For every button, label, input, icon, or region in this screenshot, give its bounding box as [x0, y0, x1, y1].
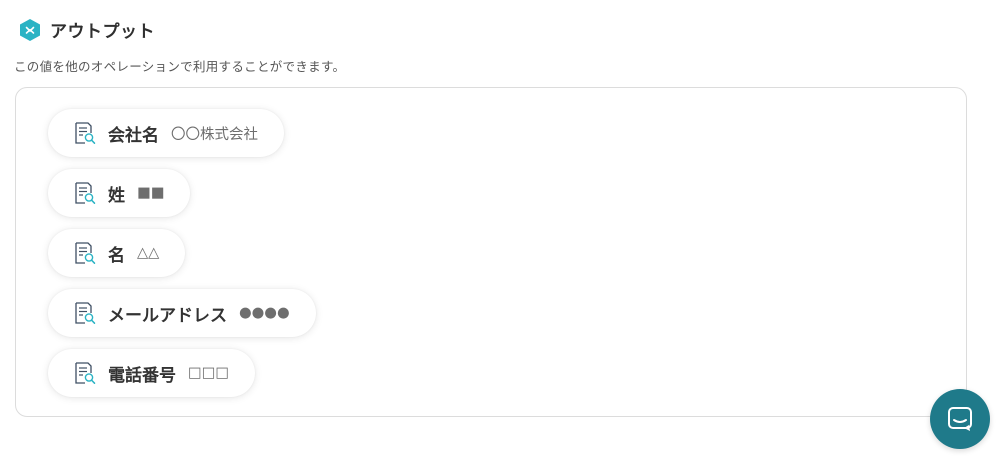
- output-label: 姓: [108, 185, 125, 206]
- output-panel: 会社名 〇〇株式会社 姓 ■■ 名 △△ メールアドレス ●●●● 電話番号 □…: [15, 87, 967, 417]
- chat-widget-button[interactable]: [930, 389, 990, 449]
- output-description: この値を他のオペレーションで利用することができます。: [14, 59, 346, 74]
- page-title: アウトプット: [50, 22, 155, 42]
- output-label: 電話番号: [108, 365, 176, 386]
- output-item-first-name[interactable]: 名 △△: [48, 229, 186, 277]
- output-label: メールアドレス: [108, 305, 227, 326]
- document-search-icon: [75, 242, 96, 264]
- output-item-company[interactable]: 会社名 〇〇株式会社: [48, 109, 284, 157]
- yoom-hex-logo-icon: [20, 18, 40, 41]
- output-item-phone[interactable]: 電話番号 □□□: [48, 349, 256, 397]
- output-header: アウトプット: [18, 17, 155, 42]
- document-search-icon: [75, 182, 96, 204]
- document-search-icon: [75, 122, 96, 144]
- chat-bubble-icon: [948, 407, 972, 431]
- output-value: 〇〇株式会社: [171, 126, 258, 143]
- output-value: □□□: [188, 365, 230, 381]
- output-label: 名: [108, 245, 125, 266]
- output-value: △△: [137, 245, 160, 261]
- output-item-email[interactable]: メールアドレス ●●●●: [48, 289, 316, 337]
- output-item-last-name[interactable]: 姓 ■■: [48, 169, 191, 217]
- document-search-icon: [75, 362, 96, 384]
- output-value: ■■: [137, 185, 165, 201]
- document-search-icon: [75, 302, 96, 324]
- output-label: 会社名: [108, 125, 159, 146]
- output-value: ●●●●: [239, 305, 290, 321]
